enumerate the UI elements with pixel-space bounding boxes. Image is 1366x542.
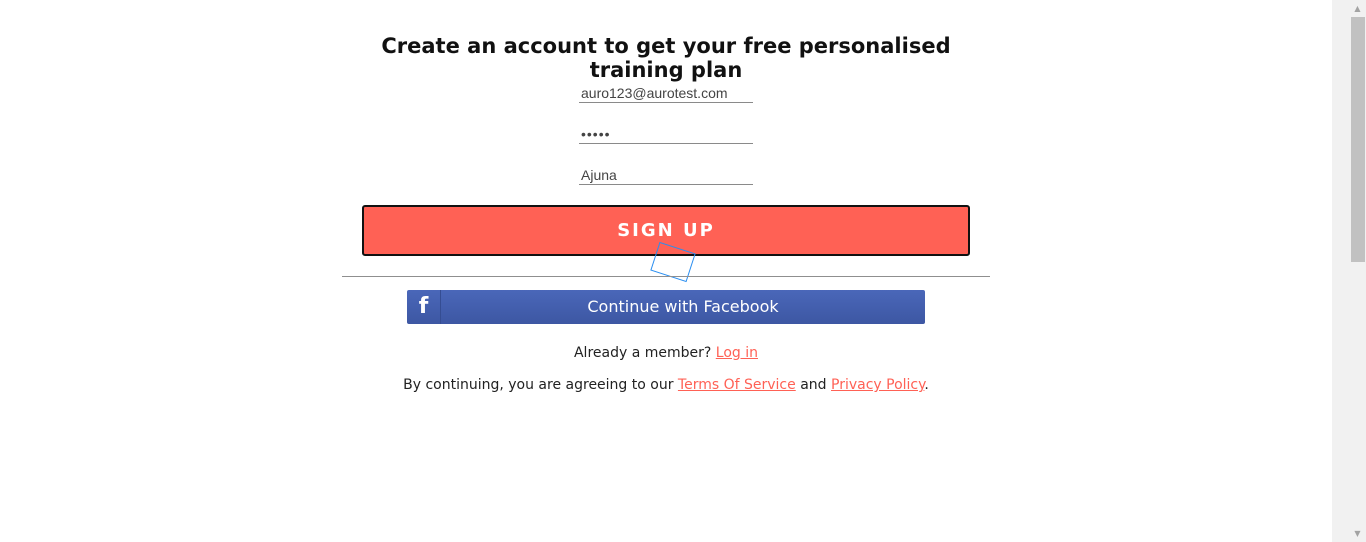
terms-of-service-link[interactable]: Terms Of Service (678, 377, 796, 393)
terms-suffix: . (924, 377, 929, 393)
scrollbar-thumb[interactable] (1351, 17, 1365, 262)
scroll-up-arrow-icon[interactable]: ▲ (1349, 0, 1366, 17)
page-title: Create an account to get your free perso… (381, 34, 951, 82)
signup-page: Create an account to get your free perso… (0, 0, 1366, 542)
name-field[interactable] (579, 165, 753, 185)
email-field[interactable] (579, 83, 753, 103)
facebook-icon: f (407, 290, 441, 324)
continue-with-facebook-button[interactable]: f Continue with Facebook (407, 290, 925, 324)
scroll-down-arrow-icon[interactable]: ▼ (1349, 525, 1366, 542)
already-member-text: Already a member? (573, 345, 712, 361)
terms-prefix: By continuing, you are agreeing to our (403, 377, 674, 393)
log-in-link[interactable]: Log in (716, 345, 758, 361)
divider (342, 276, 990, 277)
facebook-button-label: Continue with Facebook (587, 297, 779, 316)
terms-line: By continuing, you are agreeing to our T… (332, 377, 1000, 393)
terms-and: and (800, 377, 827, 393)
already-member-line: Already a member? Log in (332, 345, 1000, 361)
privacy-policy-link[interactable]: Privacy Policy (831, 377, 924, 393)
password-field[interactable] (579, 124, 753, 144)
